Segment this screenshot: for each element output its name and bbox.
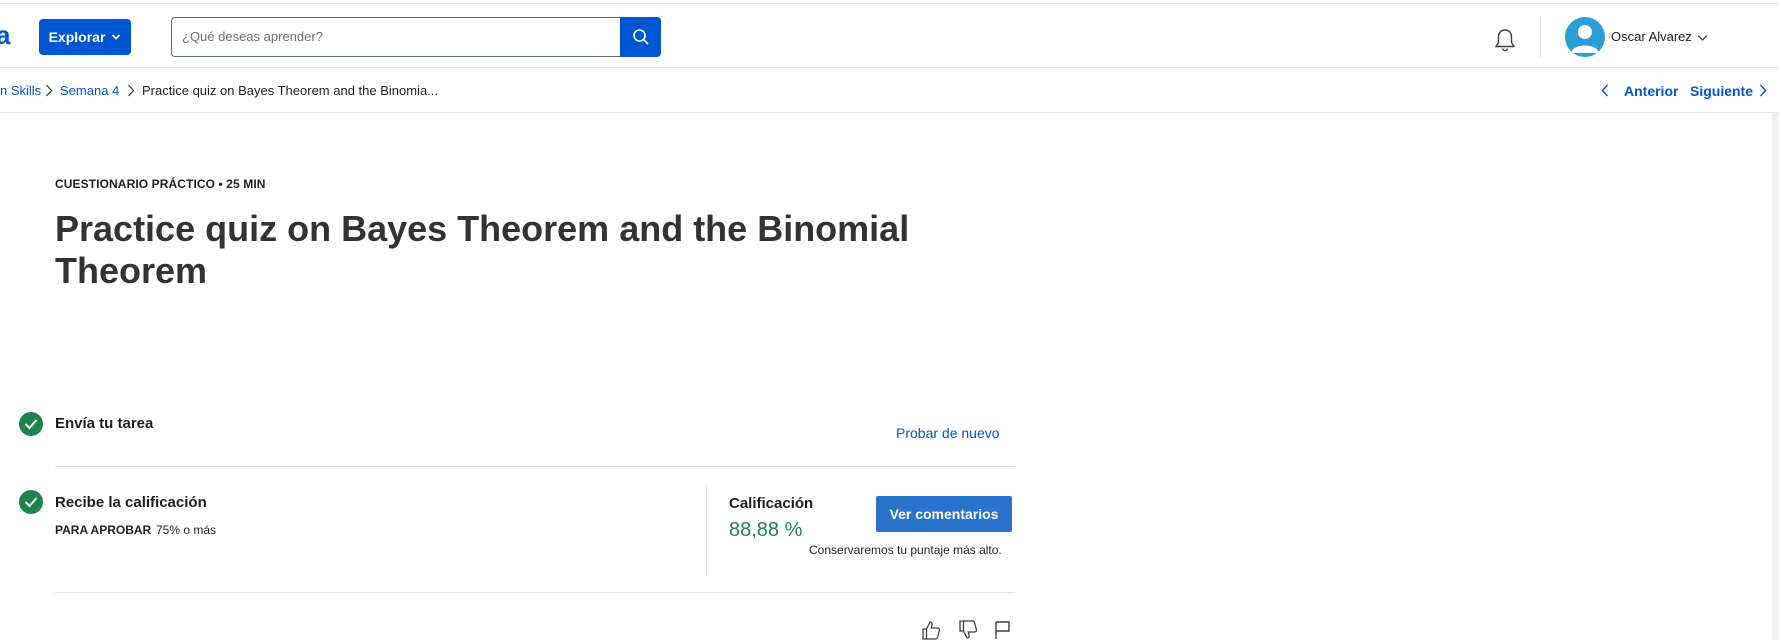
pass-value: 75% o más	[156, 523, 217, 537]
next-link[interactable]: Siguiente	[1690, 83, 1753, 99]
chevron-right-icon[interactable]	[1759, 84, 1767, 97]
explore-label: Explorar	[48, 29, 106, 45]
chevron-left-icon[interactable]	[1601, 84, 1609, 97]
header-divider	[1540, 16, 1541, 58]
breadcrumb: n Skills Semana 4 Practice quiz on Bayes…	[0, 69, 1779, 113]
step-divider	[55, 466, 1015, 467]
user-avatar-icon[interactable]	[1565, 17, 1605, 57]
explore-button[interactable]: Explorar	[39, 19, 131, 55]
breadcrumb-item-week[interactable]: Semana 4	[60, 83, 119, 98]
search-icon	[632, 29, 649, 45]
breadcrumb-item-course[interactable]: n Skills	[0, 83, 41, 98]
highest-score-note: Conservaremos tu puntaje más alto.	[809, 543, 1002, 557]
chevron-right-icon	[46, 84, 53, 97]
previous-link[interactable]: Anterior	[1624, 83, 1678, 99]
flag-icon[interactable]	[993, 620, 1013, 640]
bell-icon[interactable]	[1494, 28, 1516, 52]
step-grade-title: Recibe la calificación	[55, 494, 207, 511]
view-feedback-button[interactable]: Ver comentarios	[876, 496, 1012, 532]
chevron-right-icon	[128, 84, 135, 97]
thumbs-up-icon[interactable]	[921, 620, 941, 640]
top-header: a Explorar Oscar Alvarez	[0, 4, 1779, 68]
grade-label: Calificación	[729, 495, 814, 512]
logo[interactable]: a	[0, 20, 11, 51]
search-button[interactable]	[620, 17, 661, 57]
user-name[interactable]: Oscar Alvarez	[1611, 29, 1692, 44]
check-circle-icon	[19, 412, 43, 436]
search-field[interactable]	[171, 17, 621, 57]
retry-link[interactable]: Probar de nuevo	[896, 425, 1000, 441]
step-submit-title: Envía tu tarea	[55, 415, 154, 432]
page-scrollbar[interactable]	[1772, 113, 1779, 640]
breadcrumb-item-current: Practice quiz on Bayes Theorem and the B…	[142, 83, 439, 98]
section-divider	[55, 592, 1015, 593]
thumbs-down-icon[interactable]	[958, 620, 978, 640]
grade-divider	[706, 484, 707, 574]
item-type-label: CUESTIONARIO PRÁCTICO • 25 MIN	[55, 177, 266, 191]
search-input[interactable]	[182, 18, 602, 55]
pass-label: PARA APROBAR	[55, 523, 152, 537]
chevron-down-icon[interactable]	[1697, 34, 1708, 42]
chevron-down-icon	[112, 34, 121, 40]
grade-value: 88,88 %	[729, 519, 803, 541]
check-circle-icon	[19, 490, 43, 514]
page-title: Practice quiz on Bayes Theorem and the B…	[55, 208, 910, 291]
